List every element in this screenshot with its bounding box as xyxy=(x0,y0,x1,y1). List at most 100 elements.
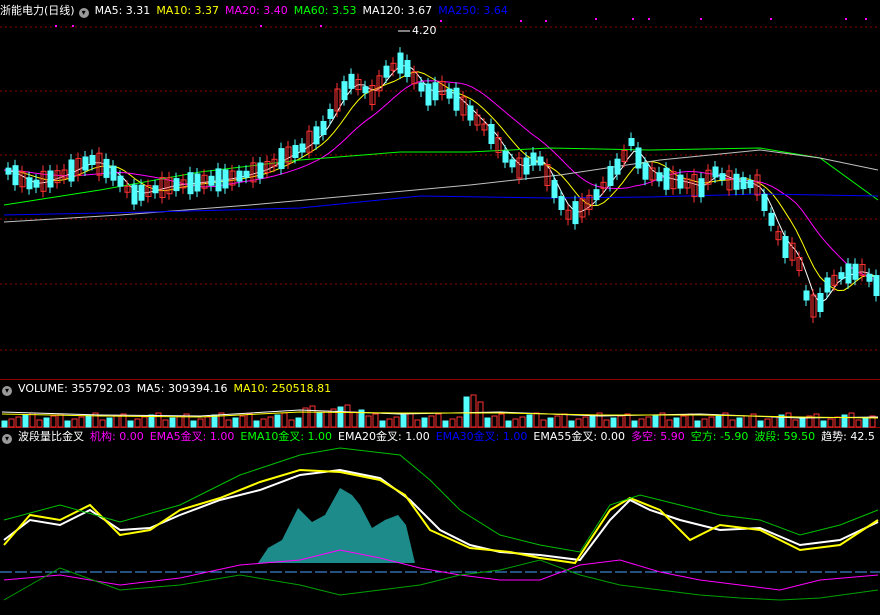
candle-body xyxy=(761,194,768,211)
signal-dot xyxy=(595,18,597,20)
signal-dot xyxy=(648,18,650,20)
high-marker-label: 4.20 xyxy=(412,24,437,37)
signal-dot xyxy=(72,25,74,27)
volume-bar xyxy=(792,419,799,428)
candle-body xyxy=(89,155,96,165)
candle-body xyxy=(103,158,110,178)
volume-bar xyxy=(36,419,43,428)
signal-dot xyxy=(55,25,57,27)
volume-bar xyxy=(533,412,540,428)
volume-bar xyxy=(505,420,512,428)
volume-bar xyxy=(645,416,652,428)
volume-bar xyxy=(547,417,554,428)
volume-bar xyxy=(771,416,778,428)
volume-bar xyxy=(113,415,120,428)
candle-body xyxy=(607,166,614,186)
candle-body xyxy=(803,290,810,301)
candle-body xyxy=(509,159,516,168)
volume-bar xyxy=(78,416,85,428)
wave-line xyxy=(3,468,879,565)
volume-bar xyxy=(197,418,204,428)
candle-body xyxy=(782,236,789,258)
volume-bar xyxy=(8,418,15,428)
volume-bar xyxy=(827,418,834,428)
volume-bar xyxy=(862,417,869,428)
volume-bar xyxy=(708,416,715,428)
volume-bar xyxy=(64,420,71,428)
volume-bar xyxy=(610,417,617,428)
volume-bar xyxy=(260,418,267,428)
signal-dot xyxy=(440,20,442,22)
candle-body xyxy=(432,82,439,101)
volume-bar xyxy=(386,418,393,428)
candle-body xyxy=(530,152,537,166)
volume-bar xyxy=(568,420,575,428)
volume-bar xyxy=(449,418,456,428)
volume-bar xyxy=(470,394,477,428)
volume-bar xyxy=(295,417,302,428)
volume-bar xyxy=(15,416,22,428)
candle-body xyxy=(740,177,747,190)
volume-bar xyxy=(638,418,645,428)
institution-line xyxy=(3,549,879,591)
signal-dot xyxy=(632,18,634,20)
candle-body xyxy=(593,189,600,201)
candle-body xyxy=(852,263,859,280)
volume-bar xyxy=(190,420,197,428)
volume-bar xyxy=(274,414,281,428)
candle-body xyxy=(537,156,544,166)
candle-body xyxy=(320,121,327,135)
candle-body xyxy=(572,201,579,225)
volume-bar xyxy=(379,420,386,428)
volume-bar xyxy=(393,416,400,428)
volume-bar xyxy=(407,412,414,428)
volume-bar xyxy=(652,414,659,428)
volume-bar xyxy=(134,418,141,428)
candle-body xyxy=(551,180,558,198)
candle-body xyxy=(292,145,299,158)
candle-body xyxy=(397,52,404,74)
candle-body xyxy=(47,170,54,188)
volume-bar xyxy=(694,420,701,428)
candle-body xyxy=(502,150,509,163)
candle-body xyxy=(362,86,369,94)
volume-bar xyxy=(813,413,820,428)
candle-body xyxy=(824,277,831,293)
volume-bar xyxy=(736,417,743,428)
candle-body xyxy=(747,180,754,189)
volume-bar xyxy=(22,414,29,428)
volume-bar xyxy=(169,417,176,428)
volume-bar xyxy=(512,418,519,428)
volume-bar xyxy=(701,418,708,428)
volume-bar xyxy=(442,420,449,428)
candle-body xyxy=(222,169,229,189)
volume-bar xyxy=(785,412,792,428)
candle-body xyxy=(418,82,425,92)
candle-body xyxy=(642,162,649,180)
volume-bar xyxy=(316,412,323,428)
volume-bar xyxy=(554,415,561,428)
candle-body xyxy=(257,162,264,179)
candle-body xyxy=(348,73,355,89)
candle-body xyxy=(446,88,453,99)
candle-body xyxy=(383,65,390,78)
volume-bar xyxy=(666,419,673,428)
candle-body xyxy=(614,158,621,175)
volume-bar xyxy=(50,415,57,428)
candle-body xyxy=(719,173,726,181)
candle-body xyxy=(327,109,334,119)
kline-chart-canvas[interactable]: 4.20 xyxy=(0,0,880,615)
candle-body xyxy=(26,177,33,190)
volume-bar xyxy=(757,420,764,428)
candle-body xyxy=(768,212,775,226)
volume-bar xyxy=(428,415,435,428)
volume-bar xyxy=(1,420,8,428)
candle-body xyxy=(845,263,852,284)
volume-bar xyxy=(302,407,309,428)
volume-bar xyxy=(526,414,533,428)
volume-bar xyxy=(414,419,421,428)
candle-body xyxy=(453,87,460,111)
volume-bar xyxy=(351,411,358,428)
candle-body xyxy=(656,172,663,182)
volume-bar xyxy=(589,414,596,428)
